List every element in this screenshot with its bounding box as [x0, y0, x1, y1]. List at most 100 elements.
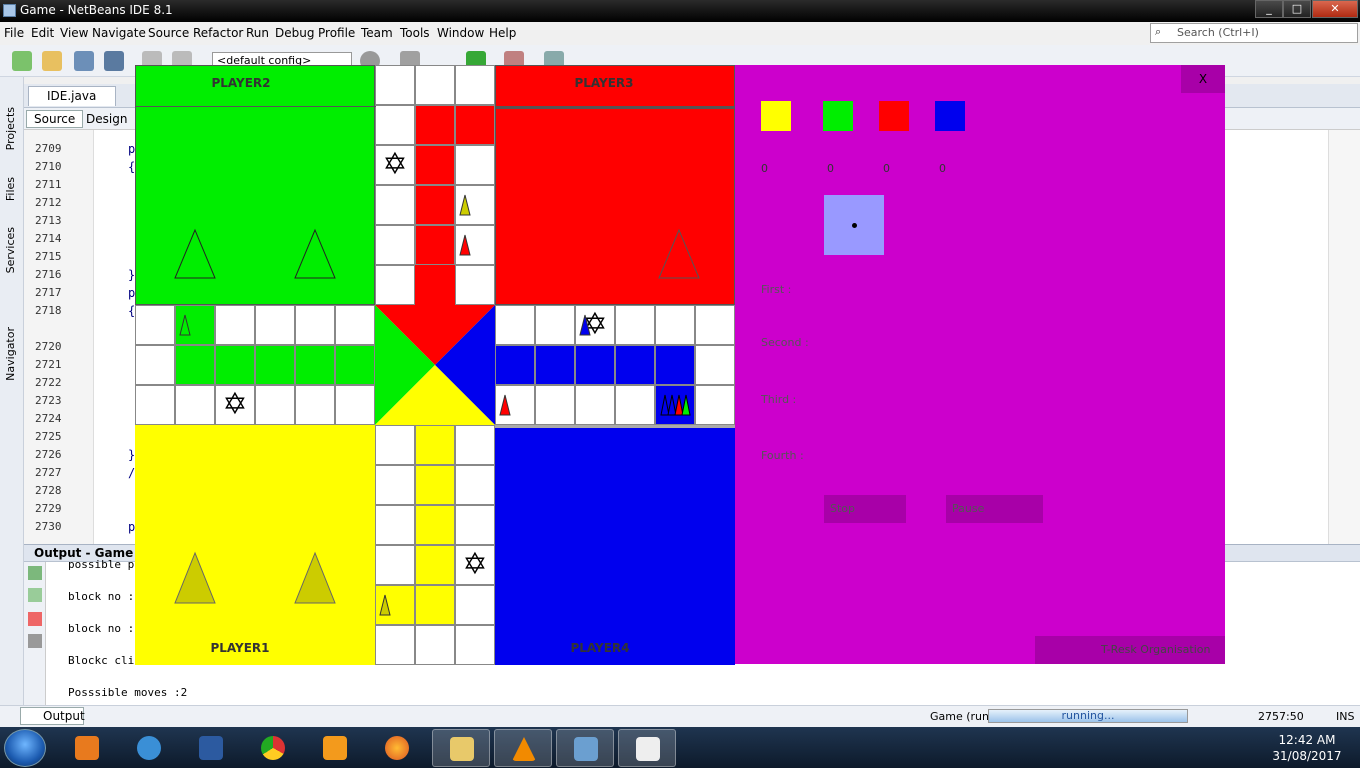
red-score: 0 [883, 162, 890, 175]
minimize-button[interactable]: _ [1255, 0, 1283, 18]
output-line: Blockc cli [68, 654, 135, 667]
green-swatch [823, 101, 853, 131]
line-number: 2712 [35, 196, 62, 209]
organisation-footer: T-Resk Organisation [1035, 636, 1225, 664]
dice-button[interactable] [824, 195, 884, 255]
menu-edit[interactable]: Edit [31, 26, 54, 40]
sidebar-tab-services[interactable]: Services [4, 227, 17, 273]
line-number: 2714 [35, 232, 62, 245]
word-icon [199, 736, 223, 760]
menu-debug[interactable]: Debug [275, 26, 314, 40]
output-line: block no : [68, 622, 135, 635]
line-number: 2724 [35, 412, 62, 425]
taskbar-chrome[interactable] [244, 729, 302, 767]
taskbar-java-game[interactable] [618, 729, 676, 767]
line-number: 2728 [35, 484, 62, 497]
taskbar-firefox[interactable] [368, 729, 426, 767]
close-window-button[interactable]: ✕ [1312, 0, 1358, 18]
menu-profile[interactable]: Profile [318, 26, 355, 40]
panel-close-button[interactable]: X [1181, 65, 1225, 93]
line-number: 2713 [35, 214, 62, 227]
design-tab[interactable]: Design [78, 110, 135, 128]
line-number-gutter [24, 130, 94, 544]
start-button[interactable] [4, 729, 46, 767]
line-number: 2725 [35, 430, 62, 443]
taskbar-virtualbox[interactable] [556, 729, 614, 767]
yellow-token [174, 551, 216, 604]
search-icon: ⌕ [1155, 25, 1162, 38]
taskbar-ie[interactable] [120, 729, 178, 767]
search-placeholder: Search (Ctrl+I) [1177, 26, 1259, 39]
red-token-outline [658, 228, 700, 279]
yellow-score: 0 [761, 162, 768, 175]
token-layer [174, 194, 700, 616]
clock-date: 31/08/2017 [1272, 749, 1342, 763]
taskbar-media-player[interactable] [58, 729, 116, 767]
taskbar-uc-browser[interactable] [306, 729, 364, 767]
stop-button[interactable]: Stop [824, 495, 906, 523]
line-number: 2717 [35, 286, 62, 299]
title-bar: Game - NetBeans IDE 8.1 _ □ ✕ [0, 0, 1360, 22]
save-all-icon[interactable] [104, 51, 124, 71]
line-number: 2716 [35, 268, 62, 281]
menu-tools[interactable]: Tools [400, 26, 430, 40]
open-project-icon[interactable] [74, 51, 94, 71]
system-clock[interactable]: 12:42 AM 31/08/2017 [1262, 732, 1352, 764]
search-input[interactable]: ⌕ Search (Ctrl+I) [1150, 23, 1358, 43]
editor-tab-ide-java[interactable]: IDE.java [28, 86, 116, 106]
folder-icon [450, 737, 474, 761]
line-number: 2723 [35, 394, 62, 407]
blue-token-on-track [579, 314, 591, 336]
output-window-tab[interactable]: Output [20, 707, 85, 725]
second-label: Second : [761, 336, 809, 349]
menu-team[interactable]: Team [361, 26, 393, 40]
line-number: 2718 [35, 304, 62, 317]
green-token-on-track [179, 314, 191, 336]
clock-time: 12:42 AM [1278, 733, 1336, 747]
menu-navigate[interactable]: Navigate [92, 26, 146, 40]
line-number: 2727 [35, 466, 62, 479]
stop-icon[interactable] [28, 612, 42, 626]
taskbar-explorer[interactable] [432, 729, 490, 767]
netbeans-app-icon [3, 4, 16, 17]
source-tab[interactable]: Source [26, 110, 84, 128]
menu-source[interactable]: Source [148, 26, 189, 40]
output-line: block no : [68, 590, 135, 603]
insert-mode: INS [1336, 710, 1355, 723]
rerun-with-params-icon[interactable] [28, 588, 42, 602]
menu-help[interactable]: Help [489, 26, 516, 40]
sidebar-tab-projects[interactable]: Projects [4, 107, 17, 150]
menu-refactor[interactable]: Refactor [193, 26, 243, 40]
sidebar-tab-files[interactable]: Files [4, 177, 17, 201]
line-number: 2726 [35, 448, 62, 461]
run-progress-bar: running... [988, 709, 1188, 723]
process-label: Game (run) [930, 710, 994, 723]
rerun-icon[interactable] [28, 566, 42, 580]
blue-score: 0 [939, 162, 946, 175]
menu-run[interactable]: Run [246, 26, 269, 40]
blue-swatch [935, 101, 965, 131]
taskbar-vlc[interactable] [494, 729, 552, 767]
new-file-icon[interactable] [12, 51, 32, 71]
line-number: 2729 [35, 502, 62, 515]
yellow-token [294, 551, 336, 604]
red-token-on-track [499, 394, 511, 416]
line-number: 2715 [35, 250, 62, 263]
settings-icon[interactable] [28, 634, 42, 648]
dice-pip [852, 223, 857, 228]
menu-view[interactable]: View [60, 26, 88, 40]
new-project-icon[interactable] [42, 51, 62, 71]
pause-button[interactable]: Pause [946, 495, 1043, 523]
ie-icon [137, 736, 161, 760]
menu-window[interactable]: Window [437, 26, 484, 40]
menu-file[interactable]: File [4, 26, 24, 40]
maximize-button[interactable]: □ [1283, 0, 1311, 18]
output-line: Posssible moves :2 [68, 686, 188, 699]
output-action-strip [24, 562, 46, 705]
green-token-outline [294, 228, 336, 279]
editor-scrollbar[interactable] [1328, 130, 1360, 544]
third-label: Third : [761, 393, 797, 406]
line-number: 2710 [35, 160, 62, 173]
taskbar-word[interactable] [182, 729, 240, 767]
sidebar-tab-navigator[interactable]: Navigator [4, 327, 17, 381]
